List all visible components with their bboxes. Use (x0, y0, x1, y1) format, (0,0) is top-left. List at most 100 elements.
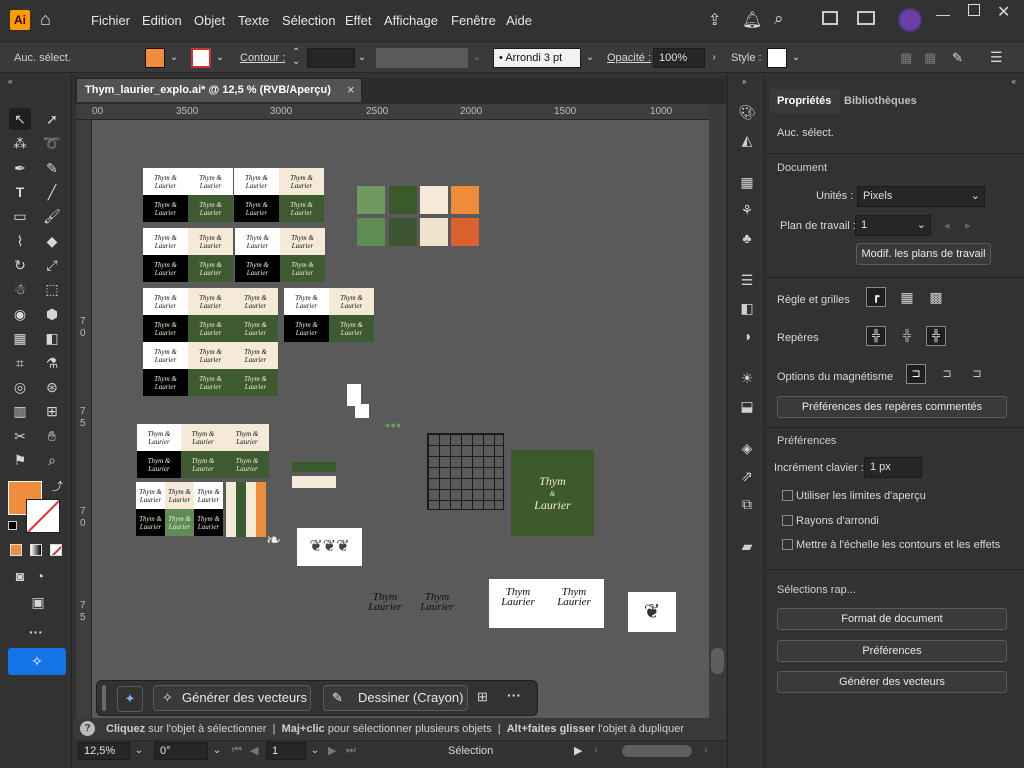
business-card[interactable]: Thym & Laurier (233, 369, 278, 396)
palette-swatch[interactable] (451, 186, 479, 214)
business-card[interactable]: Thym & Laurier (137, 424, 181, 451)
business-card[interactable]: Thym & Laurier (233, 315, 278, 342)
business-card[interactable]: Thym & Laurier (329, 315, 374, 342)
business-card[interactable]: Thym & Laurier (188, 255, 233, 282)
menu-fenetre[interactable]: Fenêtre (451, 13, 496, 28)
grid-artboard[interactable] (427, 433, 504, 510)
sprig-artboard[interactable]: ❦❦❦ (297, 528, 362, 566)
help-icon[interactable]: ? (80, 721, 95, 736)
fill-swatch[interactable] (145, 48, 165, 68)
graphic-styles-icon[interactable]: ⬓ (736, 395, 758, 417)
free-transform-icon[interactable]: ⬚ (41, 278, 63, 300)
document-setup-button[interactable]: Format de document (777, 608, 1007, 630)
business-card[interactable]: Thym & Laurier (143, 288, 188, 315)
selection-tool-icon[interactable]: ↖ (9, 108, 31, 130)
business-card[interactable]: Thym & Laurier (143, 369, 188, 396)
rotate-view-icon[interactable]: ⚑ (9, 449, 31, 471)
slice-tool-icon[interactable]: ✂ (9, 425, 31, 447)
rulers-toggle-icon[interactable]: ┏ (866, 287, 886, 307)
snap-pixel-icon[interactable]: ⊐ (937, 364, 957, 384)
rectangle-tool-icon[interactable]: ▭ (9, 205, 31, 227)
preferences-button[interactable]: Préférences (777, 640, 1007, 662)
layers-icon[interactable]: ◈ (736, 437, 758, 459)
small-icon-cluster[interactable] (347, 384, 361, 406)
warp-tool-icon[interactable]: ☃ (9, 278, 31, 300)
keyboard-increment-field[interactable]: 1 px (864, 457, 922, 478)
comments-icon[interactable]: ▰ (736, 535, 758, 557)
collapse-icon[interactable]: « (1012, 77, 1016, 86)
smart-guides-icon[interactable]: ╬ (926, 326, 946, 346)
chevron-down-icon[interactable]: ⌄ (355, 48, 369, 68)
curvature-tool-icon[interactable]: ✎ (41, 157, 63, 179)
direct-selection-tool-icon[interactable]: ➚ (41, 108, 63, 130)
scale-strokes-checkbox[interactable] (782, 539, 793, 550)
default-colors-icon[interactable] (8, 521, 17, 530)
chevron-down-icon[interactable]: ⌄ (308, 741, 322, 761)
business-card[interactable]: Thym & Laurier (143, 255, 188, 282)
shape-builder-icon[interactable]: ◉ (9, 303, 31, 325)
business-card[interactable]: Thym & Laurier (280, 228, 325, 255)
search-icon[interactable]: ⌕ (774, 9, 784, 29)
next-artboard-icon[interactable]: ▸ (965, 219, 971, 232)
close-tab-icon[interactable]: × (347, 82, 355, 97)
transform-icon[interactable]: ▦ (924, 50, 936, 66)
chevron-down-icon[interactable]: ⌄ (789, 48, 803, 68)
gradient-panel-icon[interactable]: ◧ (736, 297, 758, 319)
share-icon[interactable]: ⇪ (708, 10, 721, 30)
eyedropper-icon[interactable]: ⚗ (41, 352, 63, 374)
last-artboard-icon[interactable]: ⏭ (346, 744, 356, 757)
close-icon[interactable]: ✕ (997, 2, 1010, 22)
chevron-down-icon[interactable]: ⌄ (470, 48, 484, 68)
business-card[interactable]: Thym & Laurier (279, 195, 324, 222)
business-card[interactable]: Thym & Laurier (188, 315, 233, 342)
collapse-icon[interactable]: « (8, 77, 12, 86)
avatar[interactable] (898, 8, 922, 32)
symbol-sprayer-icon[interactable]: ⊛ (41, 376, 63, 398)
chevron-down-icon[interactable]: ⌄ (583, 48, 597, 68)
palette-swatch[interactable] (420, 186, 448, 214)
artboards-icon[interactable]: ⧉ (736, 493, 758, 515)
puppet-warp-icon[interactable]: ✎ (952, 50, 963, 66)
horizontal-scroll-thumb[interactable] (622, 745, 692, 757)
transparency-grid-icon[interactable]: ▩ (926, 287, 946, 307)
menu-aide[interactable]: Aide (506, 13, 532, 28)
scroll-right-icon[interactable]: › (704, 744, 708, 756)
business-card[interactable]: Thym & Laurier (136, 482, 165, 509)
workspace-icon[interactable] (822, 11, 838, 25)
generate-vectors-button[interactable]: Générer des vecteurs (777, 671, 1007, 693)
business-card[interactable]: Thym & Laurier (143, 315, 188, 342)
panel-menu-icon[interactable]: ☰ (990, 49, 1003, 66)
business-card[interactable]: Thym & Laurier (165, 509, 194, 536)
first-artboard-icon[interactable]: ⏮ (232, 744, 242, 757)
business-card[interactable]: Thym & Laurier (279, 168, 324, 195)
units-select[interactable]: Pixels ⌄ (857, 186, 985, 207)
home-icon[interactable]: ⌂ (40, 9, 51, 30)
business-card[interactable]: Thym & Laurier (234, 195, 279, 222)
palette-swatch[interactable] (389, 218, 417, 246)
more-tools-icon[interactable]: ··· (25, 621, 47, 643)
artboard-select[interactable]: 1 ⌄ (855, 215, 931, 236)
business-card[interactable]: Thym & Laurier (234, 168, 279, 195)
chevron-down-icon[interactable]: ⌄ (167, 48, 181, 68)
business-card[interactable]: Thym & Laurier (181, 451, 225, 478)
business-card[interactable]: Thym & Laurier (136, 509, 165, 536)
business-card[interactable]: Thym & Laurier (143, 168, 188, 195)
zoom-field[interactable]: 12,5% (78, 742, 130, 760)
status-menu-icon[interactable]: ▶ (574, 744, 582, 757)
transparency-icon[interactable]: ◑ (736, 325, 758, 347)
stroke-stepper-icon[interactable]: ⌃ ⌄ (292, 48, 300, 67)
business-card[interactable]: Thym & Laurier (165, 482, 194, 509)
type-tool-icon[interactable]: T (9, 181, 31, 203)
chevron-down-icon[interactable]: ⌄ (132, 741, 146, 761)
zoom-tool-icon[interactable]: ⌕ (41, 449, 63, 471)
brush-definition[interactable]: • Arrondi 3 pt (493, 48, 581, 68)
blend-tool-icon[interactable]: ◎ (9, 376, 31, 398)
business-card[interactable]: Thym & Laurier (194, 482, 223, 509)
mesh-tool-icon[interactable]: ⌗ (9, 352, 31, 374)
notifications-icon[interactable]: 🔔︎ (742, 10, 762, 30)
horizontal-ruler[interactable]: 00 3500 3000 2500 2000 1500 1000 (76, 104, 709, 120)
business-card[interactable]: Thym & Laurier (181, 424, 225, 451)
menu-texte[interactable]: Texte (238, 13, 269, 28)
contour-label[interactable]: Contour : (240, 52, 285, 64)
snap-point-icon[interactable]: ⊐ (906, 364, 926, 384)
